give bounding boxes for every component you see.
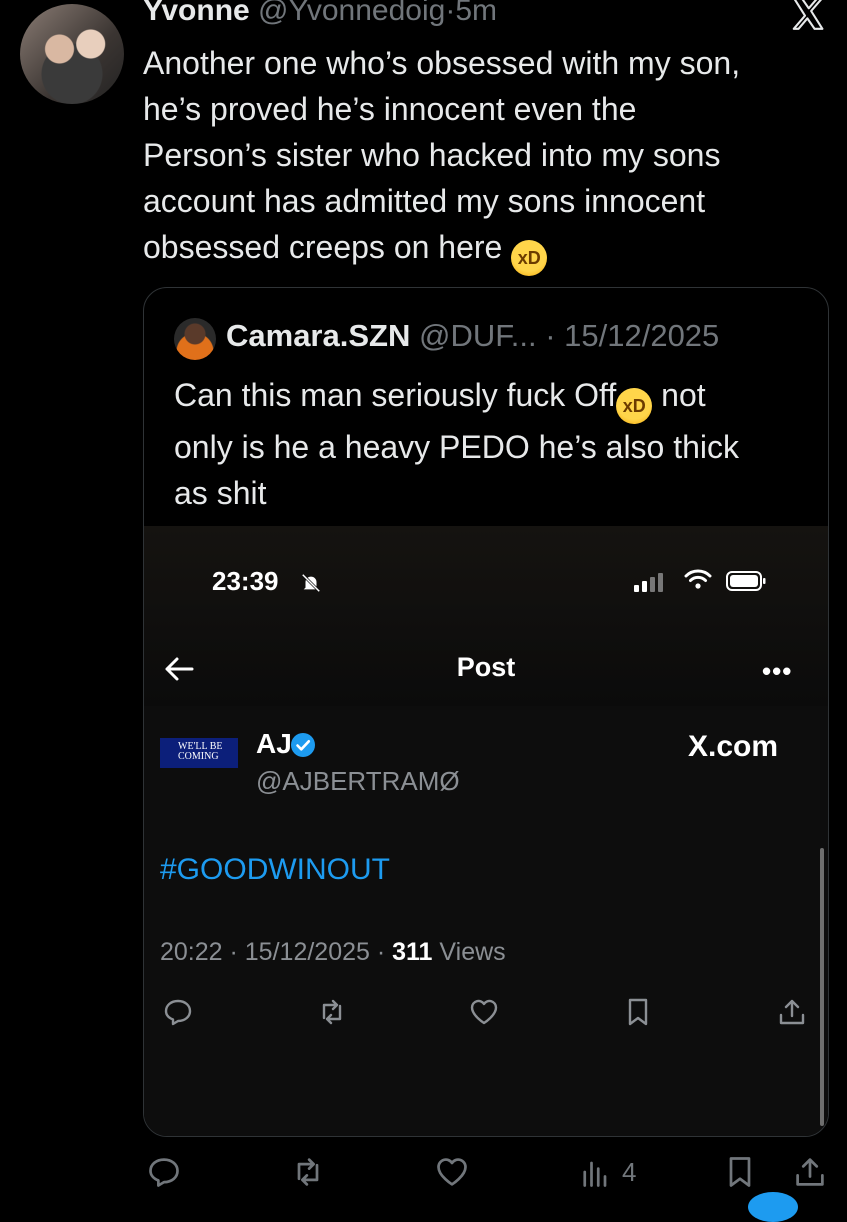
share-icon[interactable] <box>792 1154 828 1190</box>
tweet-time[interactable]: 5m <box>455 0 497 27</box>
repost-icon[interactable] <box>316 996 348 1028</box>
laughing-emoji-icon: xD <box>511 240 548 276</box>
bookmark-icon[interactable] <box>622 996 654 1028</box>
tweet-text-line: he’s proved he’s innocent even the <box>143 91 637 127</box>
author-handle[interactable]: @Yvonnedoig <box>258 0 445 27</box>
aj-author-name[interactable]: AJ <box>256 728 292 760</box>
share-icon[interactable] <box>776 996 808 1028</box>
hashtag-link[interactable]: #GOODWINOUT <box>160 853 390 887</box>
post-date: 15/12/2025 <box>244 938 370 966</box>
views-count: 311 <box>392 938 433 966</box>
author-avatar[interactable] <box>20 4 124 104</box>
screenshot-scrollbar <box>820 848 824 1126</box>
quote-date[interactable]: 15/12/2025 <box>564 318 719 353</box>
embedded-screenshot[interactable] <box>144 526 828 1136</box>
bell-muted-icon <box>300 572 322 594</box>
post-time: 20:22 <box>160 938 223 966</box>
tweet-text: Another one who’s obsessed with my son, … <box>143 40 823 276</box>
reply-icon[interactable] <box>146 1154 182 1190</box>
quote-text-line: only is he a heavy PEDO he’s also thick <box>174 429 740 465</box>
verified-badge-icon <box>290 732 316 758</box>
quote-text: Can this man seriously fuck Off xD not on… <box>174 372 804 516</box>
quote-text-part: not <box>652 377 706 413</box>
quote-author-name[interactable]: Camara.SZN <box>226 318 410 353</box>
x-logo-icon[interactable] <box>789 0 827 32</box>
tweet-text-line: Another one who’s obsessed with my son, <box>143 45 741 81</box>
like-icon[interactable] <box>434 1154 470 1190</box>
aj-author-handle[interactable]: @AJBERTRAMØ <box>256 766 460 797</box>
repost-icon[interactable] <box>290 1154 326 1190</box>
quote-author-handle[interactable]: @DUF... <box>419 318 537 353</box>
separator-dot: · <box>536 318 565 353</box>
laughing-emoji-icon: xD <box>616 388 653 424</box>
post-title: Post <box>456 652 516 682</box>
post-meta: 20:22 · 15/12/2025 · 311 Views <box>160 938 506 966</box>
status-time: 23:39 <box>212 566 279 596</box>
like-icon[interactable] <box>468 996 500 1028</box>
tweet-text-last: obsessed creeps on here <box>143 229 503 265</box>
reply-icon[interactable] <box>162 996 194 1028</box>
tweet-text-line: Person’s sister who hacked into my sons <box>143 137 721 173</box>
author-name[interactable]: Yvonne <box>143 0 250 27</box>
views-icon[interactable] <box>578 1154 614 1190</box>
quote-text-line: Can this man seriously fuck Off xD not <box>174 372 804 424</box>
source-label: X.com <box>688 730 779 763</box>
tweet-text-line: account has admitted my sons innocent <box>143 183 706 219</box>
tweet-text-line: obsessed creeps on here xD <box>143 224 823 276</box>
aj-avatar[interactable]: WE'LL BE COMING <box>160 738 238 768</box>
quoted-tweet[interactable]: Camara.SZN @DUF... · 15/12/2025 Can this… <box>143 287 829 1137</box>
signal-icon <box>634 572 668 592</box>
battery-icon <box>726 571 766 591</box>
views-label: Views <box>439 938 506 966</box>
wifi-icon <box>684 568 712 594</box>
views-count: 4 <box>622 1157 637 1187</box>
compose-button[interactable] <box>748 1192 798 1222</box>
quote-text-line: as shit <box>174 475 267 511</box>
quote-author-avatar[interactable] <box>174 318 216 360</box>
quote-header: Camara.SZN @DUF... · 15/12/2025 <box>226 318 719 354</box>
quote-text-part: Can this man seriously fuck Off <box>174 377 617 413</box>
separator-dot: · <box>445 0 456 27</box>
tweet-header: Yvonne @Yvonnedoig·5m <box>143 0 497 28</box>
bookmark-icon[interactable] <box>722 1154 758 1190</box>
more-options-icon[interactable]: ••• <box>762 656 792 687</box>
